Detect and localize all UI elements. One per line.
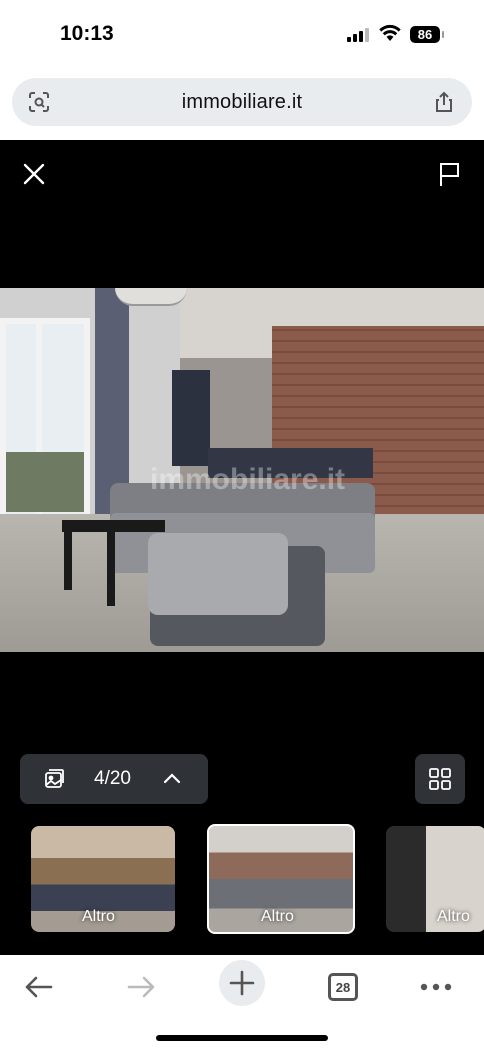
tabs-button[interactable]: 28 — [321, 965, 365, 1009]
thumbnail-label: Altro — [261, 908, 294, 925]
browser-header: immobiliare.it — [0, 70, 484, 140]
battery-indicator: 86 — [410, 26, 444, 43]
chevron-up-icon — [163, 773, 181, 784]
main-photo[interactable]: immobiliare.it — [0, 288, 484, 652]
address-bar[interactable]: immobiliare.it — [12, 78, 472, 126]
more-dots-icon — [420, 983, 452, 991]
photo-counter: 4/20 — [94, 768, 131, 789]
tab-count: 28 — [328, 973, 358, 1001]
thumbnail-kitchen[interactable]: Altro — [31, 826, 175, 932]
arrow-left-icon — [25, 976, 53, 998]
close-icon[interactable] — [20, 160, 48, 188]
url-text[interactable]: immobiliare.it — [12, 91, 472, 114]
status-time: 10:13 — [60, 22, 114, 45]
photo-gallery: immobiliare.it 4/20 Altro Altro Altro — [0, 140, 484, 955]
new-tab-button[interactable] — [219, 960, 265, 1006]
thumbnail-label: Altro — [82, 908, 115, 925]
more-button[interactable] — [414, 965, 458, 1009]
plus-icon — [229, 970, 255, 996]
home-indicator — [156, 1035, 328, 1041]
cellular-signal-icon — [347, 28, 369, 42]
grid-icon — [429, 768, 451, 790]
thumbnail-living-room-active[interactable]: Altro — [207, 824, 355, 934]
wifi-icon — [379, 24, 401, 41]
report-flag-icon[interactable] — [436, 160, 464, 188]
photo-counter-button[interactable]: 4/20 — [20, 754, 208, 804]
thumbnail-entrance[interactable]: Altro — [386, 826, 484, 932]
photo-watermark: immobiliare.it — [150, 463, 346, 496]
share-icon[interactable] — [432, 90, 456, 114]
back-button[interactable] — [17, 965, 61, 1009]
photos-icon — [45, 769, 64, 788]
thumbnail-strip: Altro Altro Altro — [0, 824, 484, 934]
thumbnail-label: Altro — [437, 908, 470, 925]
browser-toolbar: 28 — [0, 955, 484, 1050]
grid-view-button[interactable] — [415, 754, 465, 804]
forward-button[interactable] — [119, 965, 163, 1009]
arrow-right-icon — [127, 976, 155, 998]
status-bar: 10:13 86 — [0, 0, 484, 70]
